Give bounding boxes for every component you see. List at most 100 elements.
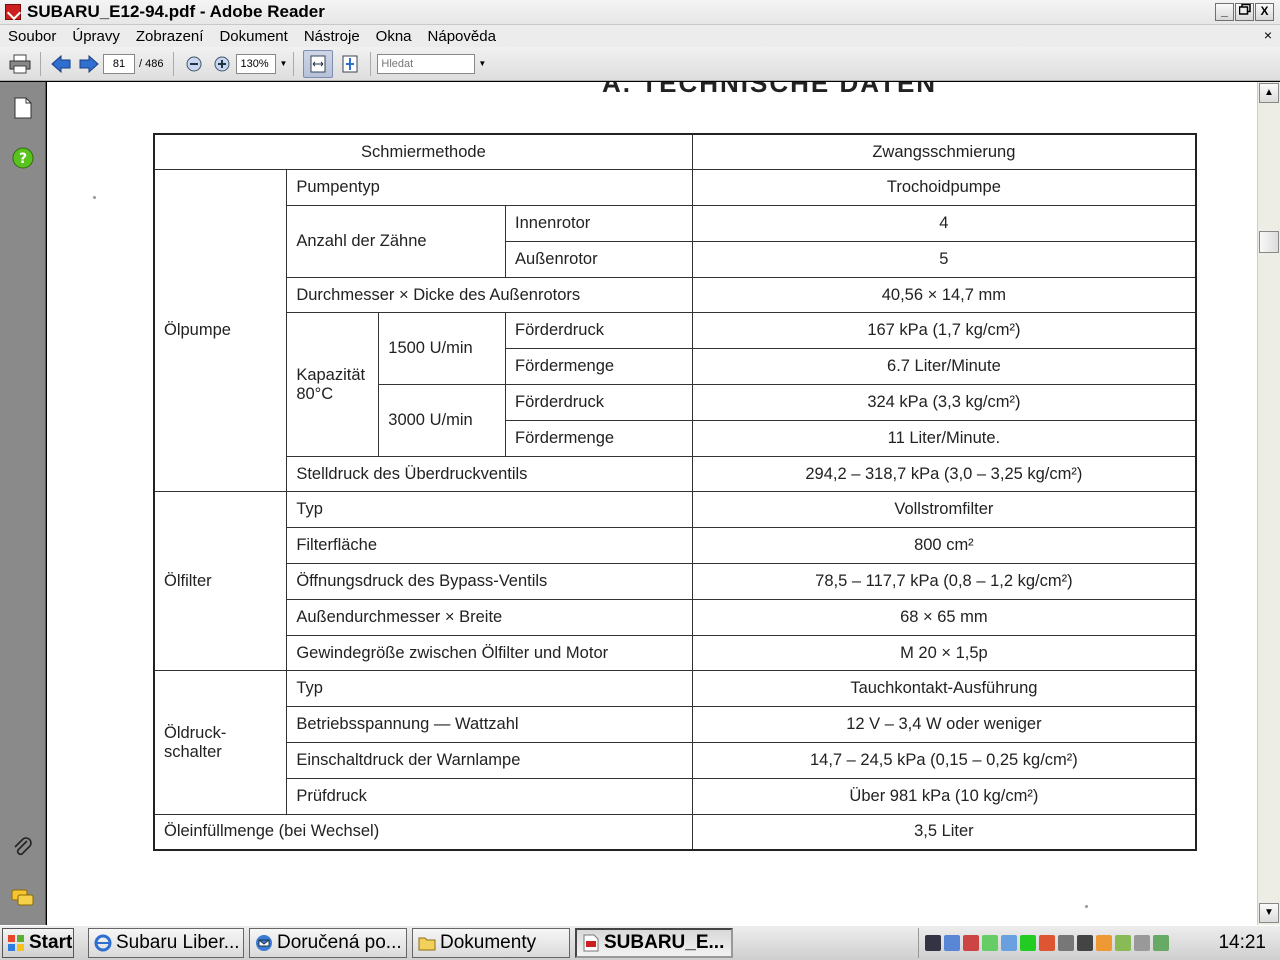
menu-zobrazeni[interactable]: Zobrazení <box>128 28 212 45</box>
table-cell: Anzahl der Zähne <box>286 205 507 278</box>
menu-soubor[interactable]: Soubor <box>0 28 64 45</box>
mail-icon <box>256 935 272 951</box>
table-cell: Öldruck-schalter <box>153 670 288 815</box>
document-viewport[interactable]: A. TECHNISCHE DATEN Schmiermethode Zwang… <box>47 82 1257 925</box>
close-button[interactable]: X <box>1255 3 1274 21</box>
table-cell: Ölpumpe <box>153 169 288 493</box>
lubrication-spec-table: Schmiermethode Zwangsschmierung Ölpumpe … <box>153 133 1197 851</box>
pages-icon[interactable] <box>11 96 35 120</box>
taskbar-button-browser[interactable]: Subaru Liber... <box>88 928 244 958</box>
table-row: Kapazität 80°C 1500 U/min Förderdruck 16… <box>154 312 1197 457</box>
tray-security-icon[interactable] <box>963 935 979 951</box>
comments-icon[interactable] <box>11 886 35 910</box>
table-cell: Über 981 kPa (10 kg/cm²) <box>691 777 1197 815</box>
task-label: SUBARU_E... <box>604 932 725 953</box>
start-button[interactable]: Start <box>2 928 74 958</box>
navigation-panel: ? <box>0 82 46 925</box>
adobe-reader-icon <box>5 4 21 20</box>
restore-button[interactable] <box>1235 3 1254 21</box>
tray-antivirus-icon[interactable] <box>1153 935 1169 951</box>
toolbar-separator <box>293 51 295 76</box>
title-bar: SUBARU_E12-94.pdf - Adobe Reader _ X <box>0 0 1280 25</box>
tray-network-icon[interactable] <box>944 935 960 951</box>
table-row: Filterfläche 800 cm² <box>154 527 1197 565</box>
table-cell: Innenrotor <box>505 205 693 242</box>
tray-play-icon[interactable] <box>1020 935 1036 951</box>
taskbar-button-documents[interactable]: Dokumenty <box>412 928 570 958</box>
table-cell: Ölfilter <box>153 491 288 672</box>
table-row: Ölpumpe Pumpentyp Trochoidpumpe <box>153 169 1197 493</box>
table-cell: Außenrotor <box>505 240 693 278</box>
table-cell: Außendurchmesser × Breite <box>286 598 693 636</box>
next-page-icon[interactable] <box>78 53 100 75</box>
table-cell: Betriebsspannung — Wattzahl <box>286 706 693 744</box>
scan-speck <box>1085 905 1088 908</box>
tray-windows-icon[interactable] <box>1096 935 1112 951</box>
scrollbar-thumb[interactable] <box>1259 231 1279 253</box>
table-cell: 800 cm² <box>691 527 1197 565</box>
tray-app-icon[interactable] <box>925 935 941 951</box>
scroll-up-icon[interactable]: ▲ <box>1259 83 1279 103</box>
scroll-down-icon[interactable]: ▼ <box>1259 903 1279 923</box>
taskbar-button-mail[interactable]: Doručená po... <box>249 928 407 958</box>
tray-disk-icon[interactable] <box>1134 935 1150 951</box>
page-number-input[interactable] <box>103 53 135 74</box>
previous-page-icon[interactable] <box>50 53 72 75</box>
menu-napoveda[interactable]: Nápověda <box>420 28 504 45</box>
scan-speck <box>93 196 96 199</box>
taskbar-button-adobe-reader[interactable]: SUBARU_E... <box>575 928 733 958</box>
tray-device-icon[interactable] <box>1077 935 1093 951</box>
task-label: Subaru Liber... <box>116 932 240 953</box>
table-row: Anzahl der Zähne Innenrotor 4 <box>154 205 1197 278</box>
table-cell: 1500 U/min <box>378 312 507 386</box>
menu-okna[interactable]: Okna <box>368 28 420 45</box>
taskbar: Start Subaru Liber... Doručená po... Dok… <box>0 925 1280 960</box>
menu-bar: Soubor Úpravy Zobrazení Dokument Nástroj… <box>0 25 1280 47</box>
internet-explorer-icon <box>94 934 112 952</box>
toolbar-separator <box>40 51 41 76</box>
window-controls: _ X <box>1215 3 1274 21</box>
folder-icon <box>418 937 436 951</box>
tray-volume-icon[interactable] <box>1039 935 1055 951</box>
table-row: Außendurchmesser × Breite 68 × 65 mm <box>154 598 1197 636</box>
zoom-out-icon[interactable] <box>183 53 205 75</box>
clock: 14:21 <box>1218 932 1266 953</box>
menu-upravy[interactable]: Úpravy <box>64 28 128 45</box>
close-document-button[interactable]: × <box>1264 27 1272 43</box>
system-tray: 14:21 <box>918 928 1280 958</box>
table-cell: 3000 U/min <box>378 384 507 457</box>
table-cell: 3,5 Liter <box>691 813 1197 851</box>
menu-nastroje[interactable]: Nástroje <box>296 28 368 45</box>
table-cell: Pumpentyp <box>286 169 693 207</box>
zoom-dropdown-arrow-icon[interactable]: ▼ <box>279 59 287 68</box>
search-dropdown-arrow-icon[interactable]: ▼ <box>478 59 486 68</box>
table-row: Einschaltdruck der Warnlampe 14,7 – 24,5… <box>154 742 1197 779</box>
table-cell: 12 V – 3,4 W oder weniger <box>691 706 1197 744</box>
table-cell: 5 <box>691 240 1197 278</box>
table-row: Öffnungsdruck des Bypass-Ventils 78,5 – … <box>154 563 1197 600</box>
tray-graphics-icon[interactable] <box>1115 935 1131 951</box>
search-input[interactable] <box>377 53 476 74</box>
table-cell: Schmiermethode <box>153 133 693 171</box>
table-row: Stelldruck des Überdruckventils 294,2 – … <box>154 455 1197 493</box>
table-cell: 14,7 – 24,5 kPa (0,15 – 0,25 kg/cm²) <box>691 742 1197 779</box>
zoom-in-icon[interactable] <box>211 53 233 75</box>
table-cell: Typ <box>286 670 693 708</box>
menu-dokument[interactable]: Dokument <box>211 28 295 45</box>
fit-width-icon[interactable] <box>303 49 334 78</box>
vertical-scrollbar[interactable]: ▲ ▼ <box>1257 82 1280 925</box>
table-cell: 294,2 – 318,7 kPa (3,0 – 3,25 kg/cm²) <box>691 455 1197 493</box>
table-row: Öleinfüllmenge (bei Wechsel) 3,5 Liter <box>153 813 1197 851</box>
table-cell: Zwangsschmierung <box>691 133 1197 171</box>
help-icon[interactable]: ? <box>11 146 35 170</box>
svg-text:?: ? <box>19 151 27 167</box>
print-icon[interactable] <box>9 53 31 75</box>
table-cell: Förderdruck <box>505 312 693 350</box>
attachments-paperclip-icon[interactable] <box>11 836 35 860</box>
zoom-level-input[interactable]: 130% <box>236 53 277 74</box>
tray-search-icon[interactable] <box>1001 935 1017 951</box>
fit-page-icon[interactable] <box>339 53 361 75</box>
tray-update-icon[interactable] <box>982 935 998 951</box>
minimize-button[interactable]: _ <box>1215 3 1234 21</box>
tray-users-icon[interactable] <box>1058 935 1074 951</box>
